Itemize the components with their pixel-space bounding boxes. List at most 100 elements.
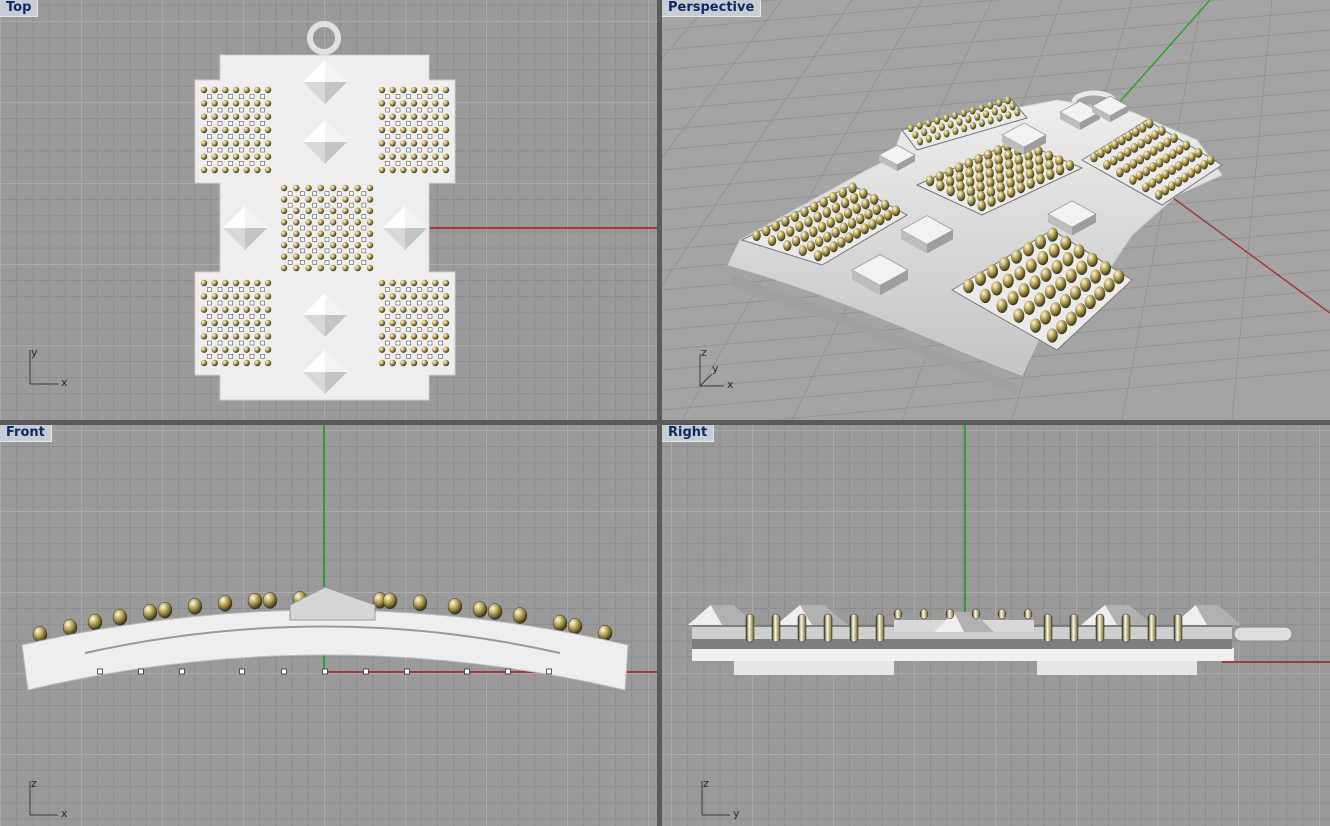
control-point[interactable] <box>546 668 552 675</box>
stud <box>421 279 428 287</box>
stud-socket <box>287 191 293 197</box>
stud-socket <box>300 225 305 231</box>
viewport-label-perspective[interactable]: Perspective <box>662 0 762 17</box>
stud <box>400 113 407 120</box>
control-point[interactable] <box>281 668 287 675</box>
stud <box>1158 125 1166 136</box>
stud <box>1155 157 1164 168</box>
stud <box>1174 176 1183 187</box>
viewport-right[interactable]: Right z y <box>662 425 1330 826</box>
bail-loop <box>307 21 341 55</box>
pendant-right-view[interactable] <box>662 425 1330 826</box>
stud <box>432 126 439 134</box>
stud <box>317 184 325 192</box>
stud <box>389 293 396 300</box>
stud <box>389 100 396 107</box>
viewport-perspective[interactable]: Perspective z y x <box>662 0 1330 420</box>
stud-socket <box>361 202 367 208</box>
stud-socket <box>395 314 401 319</box>
stud <box>366 196 374 203</box>
stud <box>378 359 386 367</box>
stud-socket <box>228 94 233 99</box>
stud <box>795 221 804 232</box>
stud <box>442 100 450 107</box>
viewport-label-top[interactable]: Top <box>0 0 39 17</box>
control-point[interactable] <box>97 668 103 675</box>
stud <box>243 293 250 300</box>
stud <box>975 271 986 286</box>
stud <box>243 319 250 327</box>
axis-label-z: z <box>701 346 707 359</box>
stud <box>432 346 439 353</box>
stud-socket <box>260 94 265 99</box>
control-point[interactable] <box>179 668 185 675</box>
stud <box>943 114 950 123</box>
stud-socket <box>239 147 244 153</box>
stud <box>329 264 337 272</box>
stud-socket <box>361 248 367 254</box>
control-point[interactable] <box>363 668 369 675</box>
stud <box>934 116 941 125</box>
stud <box>936 180 945 192</box>
stud <box>1194 147 1203 158</box>
stud <box>412 594 428 612</box>
stud <box>293 196 300 203</box>
stud <box>1121 613 1131 643</box>
stud-socket <box>260 134 265 139</box>
stud <box>432 86 439 94</box>
stud-socket <box>260 107 265 113</box>
stud <box>472 601 488 618</box>
stud <box>410 333 418 340</box>
viewport-top[interactable]: Top y x <box>0 0 657 420</box>
stud-socket <box>406 107 411 113</box>
stud <box>378 100 386 107</box>
axis-triad-perspective: z y x <box>690 346 750 396</box>
pyramid <box>1173 605 1241 625</box>
stud-socket <box>300 259 305 265</box>
stud-socket <box>349 248 354 254</box>
stud <box>848 182 857 194</box>
stud <box>262 592 278 609</box>
stud <box>232 346 240 353</box>
control-point[interactable] <box>404 668 410 675</box>
stud <box>317 264 325 272</box>
stud-socket <box>395 161 401 166</box>
stud <box>1116 151 1125 162</box>
pendant-front-view[interactable] <box>0 425 657 826</box>
control-point[interactable] <box>322 668 328 675</box>
stud <box>280 184 288 192</box>
stud-socket <box>385 354 390 359</box>
stud <box>1173 613 1183 643</box>
stud <box>1148 178 1157 188</box>
stud-socket <box>217 147 223 153</box>
stud <box>232 333 240 340</box>
stud <box>211 306 218 313</box>
control-point[interactable] <box>464 668 470 675</box>
stud <box>410 140 418 147</box>
stud <box>254 153 261 160</box>
pendant-top-view[interactable] <box>0 0 657 420</box>
stud <box>400 293 407 300</box>
stud <box>995 172 1005 184</box>
stud <box>243 279 250 287</box>
stud <box>1007 290 1019 306</box>
stud <box>254 86 261 94</box>
stud-socket <box>217 134 223 139</box>
viewport-label-front[interactable]: Front <box>0 425 52 442</box>
stud <box>317 207 325 215</box>
stud <box>329 219 337 226</box>
stud <box>410 86 418 94</box>
stud <box>1015 163 1024 175</box>
viewport-label-right[interactable]: Right <box>662 425 715 442</box>
viewport-front[interactable]: Front z x <box>0 425 657 826</box>
stud <box>930 125 937 134</box>
control-point[interactable] <box>505 668 511 675</box>
stud <box>809 226 818 238</box>
control-point[interactable] <box>239 668 245 675</box>
stud <box>232 166 240 174</box>
stud-socket <box>207 107 212 113</box>
stud <box>823 231 832 243</box>
pendant-perspective-view[interactable] <box>662 0 1330 420</box>
control-point[interactable] <box>138 668 144 675</box>
stud-socket <box>395 134 401 139</box>
